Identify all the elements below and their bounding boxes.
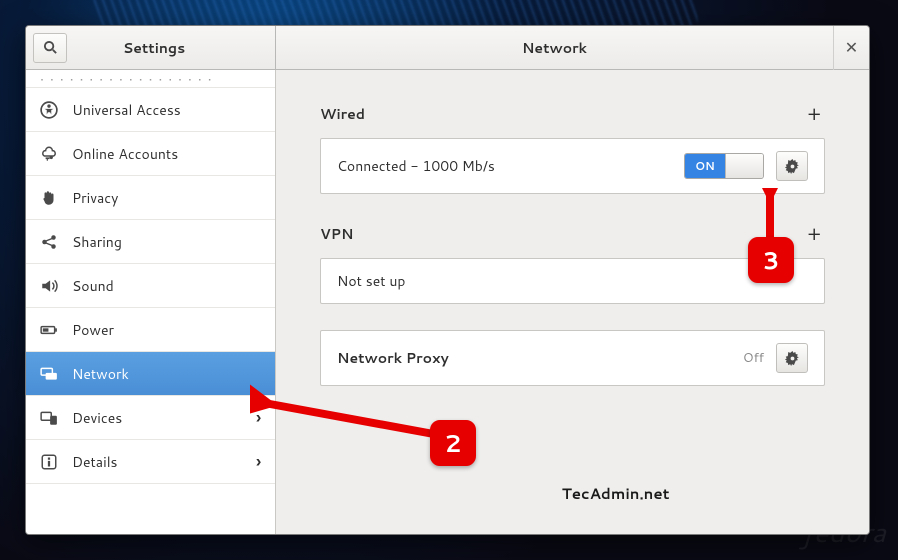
panel-title: Network [276,38,833,58]
vpn-status-label: Not set up [337,271,808,291]
titlebar-left: Settings [26,26,276,69]
wired-header-label: Wired [320,104,365,124]
sidebar-item-details[interactable]: Details › [26,440,275,484]
sidebar-item-label: Details [72,452,118,472]
sidebar-item-label: Network [72,364,129,384]
settings-title: Settings [67,38,241,58]
content-panel: Wired + Connected - 1000 Mb/s ON VPN [276,70,869,534]
sidebar-item-sharing[interactable]: Sharing [26,220,275,264]
battery-icon [40,321,58,339]
close-button[interactable]: ✕ [833,26,869,70]
accessibility-icon [40,101,58,119]
sidebar-item-label: Sharing [72,232,122,252]
search-button[interactable] [33,33,67,63]
info-icon [40,453,58,471]
toggle-on-label: ON [685,154,725,178]
network-icon [40,365,58,383]
toggle-knob [725,154,763,178]
annotation-badge-3: 3 [748,237,794,283]
search-icon [43,40,58,55]
add-vpn-button[interactable]: + [803,220,825,248]
gear-icon [785,159,800,174]
tecadmin-watermark: TecAdmin.net [562,483,670,504]
proxy-status-label: Off [743,349,764,367]
cloud-key-icon [40,145,58,163]
sidebar-item-sound[interactable]: Sound [26,264,275,308]
sidebar[interactable]: · · · · · · · · · · · · · · · · · · Univ… [26,70,276,534]
wired-connection-row: Connected - 1000 Mb/s ON [321,139,824,193]
annotation-badge-2: 2 [430,420,476,466]
sidebar-item-privacy[interactable]: Privacy [26,176,275,220]
devices-icon [40,409,58,427]
sidebar-item-universal-access[interactable]: Universal Access [26,88,275,132]
wired-status-label: Connected - 1000 Mb/s [337,156,672,176]
sidebar-item-network[interactable]: Network [26,352,275,396]
wired-section-header: Wired + [320,100,825,128]
add-wired-button[interactable]: + [803,100,825,128]
proxy-settings-button[interactable] [776,343,808,373]
sidebar-item-power[interactable]: Power [26,308,275,352]
sidebar-item-label: Universal Access [72,100,181,120]
proxy-card: Network Proxy Off [320,330,825,386]
sidebar-item-online-accounts[interactable]: Online Accounts [26,132,275,176]
proxy-label: Network Proxy [337,348,731,368]
gear-icon [785,351,800,366]
share-icon [40,233,58,251]
sidebar-item-label: Power [72,320,114,340]
wired-settings-button[interactable] [776,151,808,181]
speaker-icon [40,277,58,295]
titlebar: Settings Network ✕ [26,26,869,70]
chevron-right-icon: › [256,450,261,473]
proxy-row: Network Proxy Off [321,331,824,385]
titlebar-right: Network ✕ [276,26,869,69]
vpn-header-label: VPN [320,224,353,244]
sidebar-item-label: Sound [72,276,114,296]
sidebar-item-label: Online Accounts [72,144,178,164]
sidebar-item-label: Privacy [72,188,118,208]
sidebar-overflow-top: · · · · · · · · · · · · · · · · · · [26,70,275,88]
wired-toggle[interactable]: ON [684,153,764,179]
wired-card: Connected - 1000 Mb/s ON [320,138,825,194]
hand-icon [40,189,58,207]
sidebar-item-devices[interactable]: Devices › [26,396,275,440]
close-icon: ✕ [845,36,858,59]
sidebar-item-label: Devices [72,408,122,428]
